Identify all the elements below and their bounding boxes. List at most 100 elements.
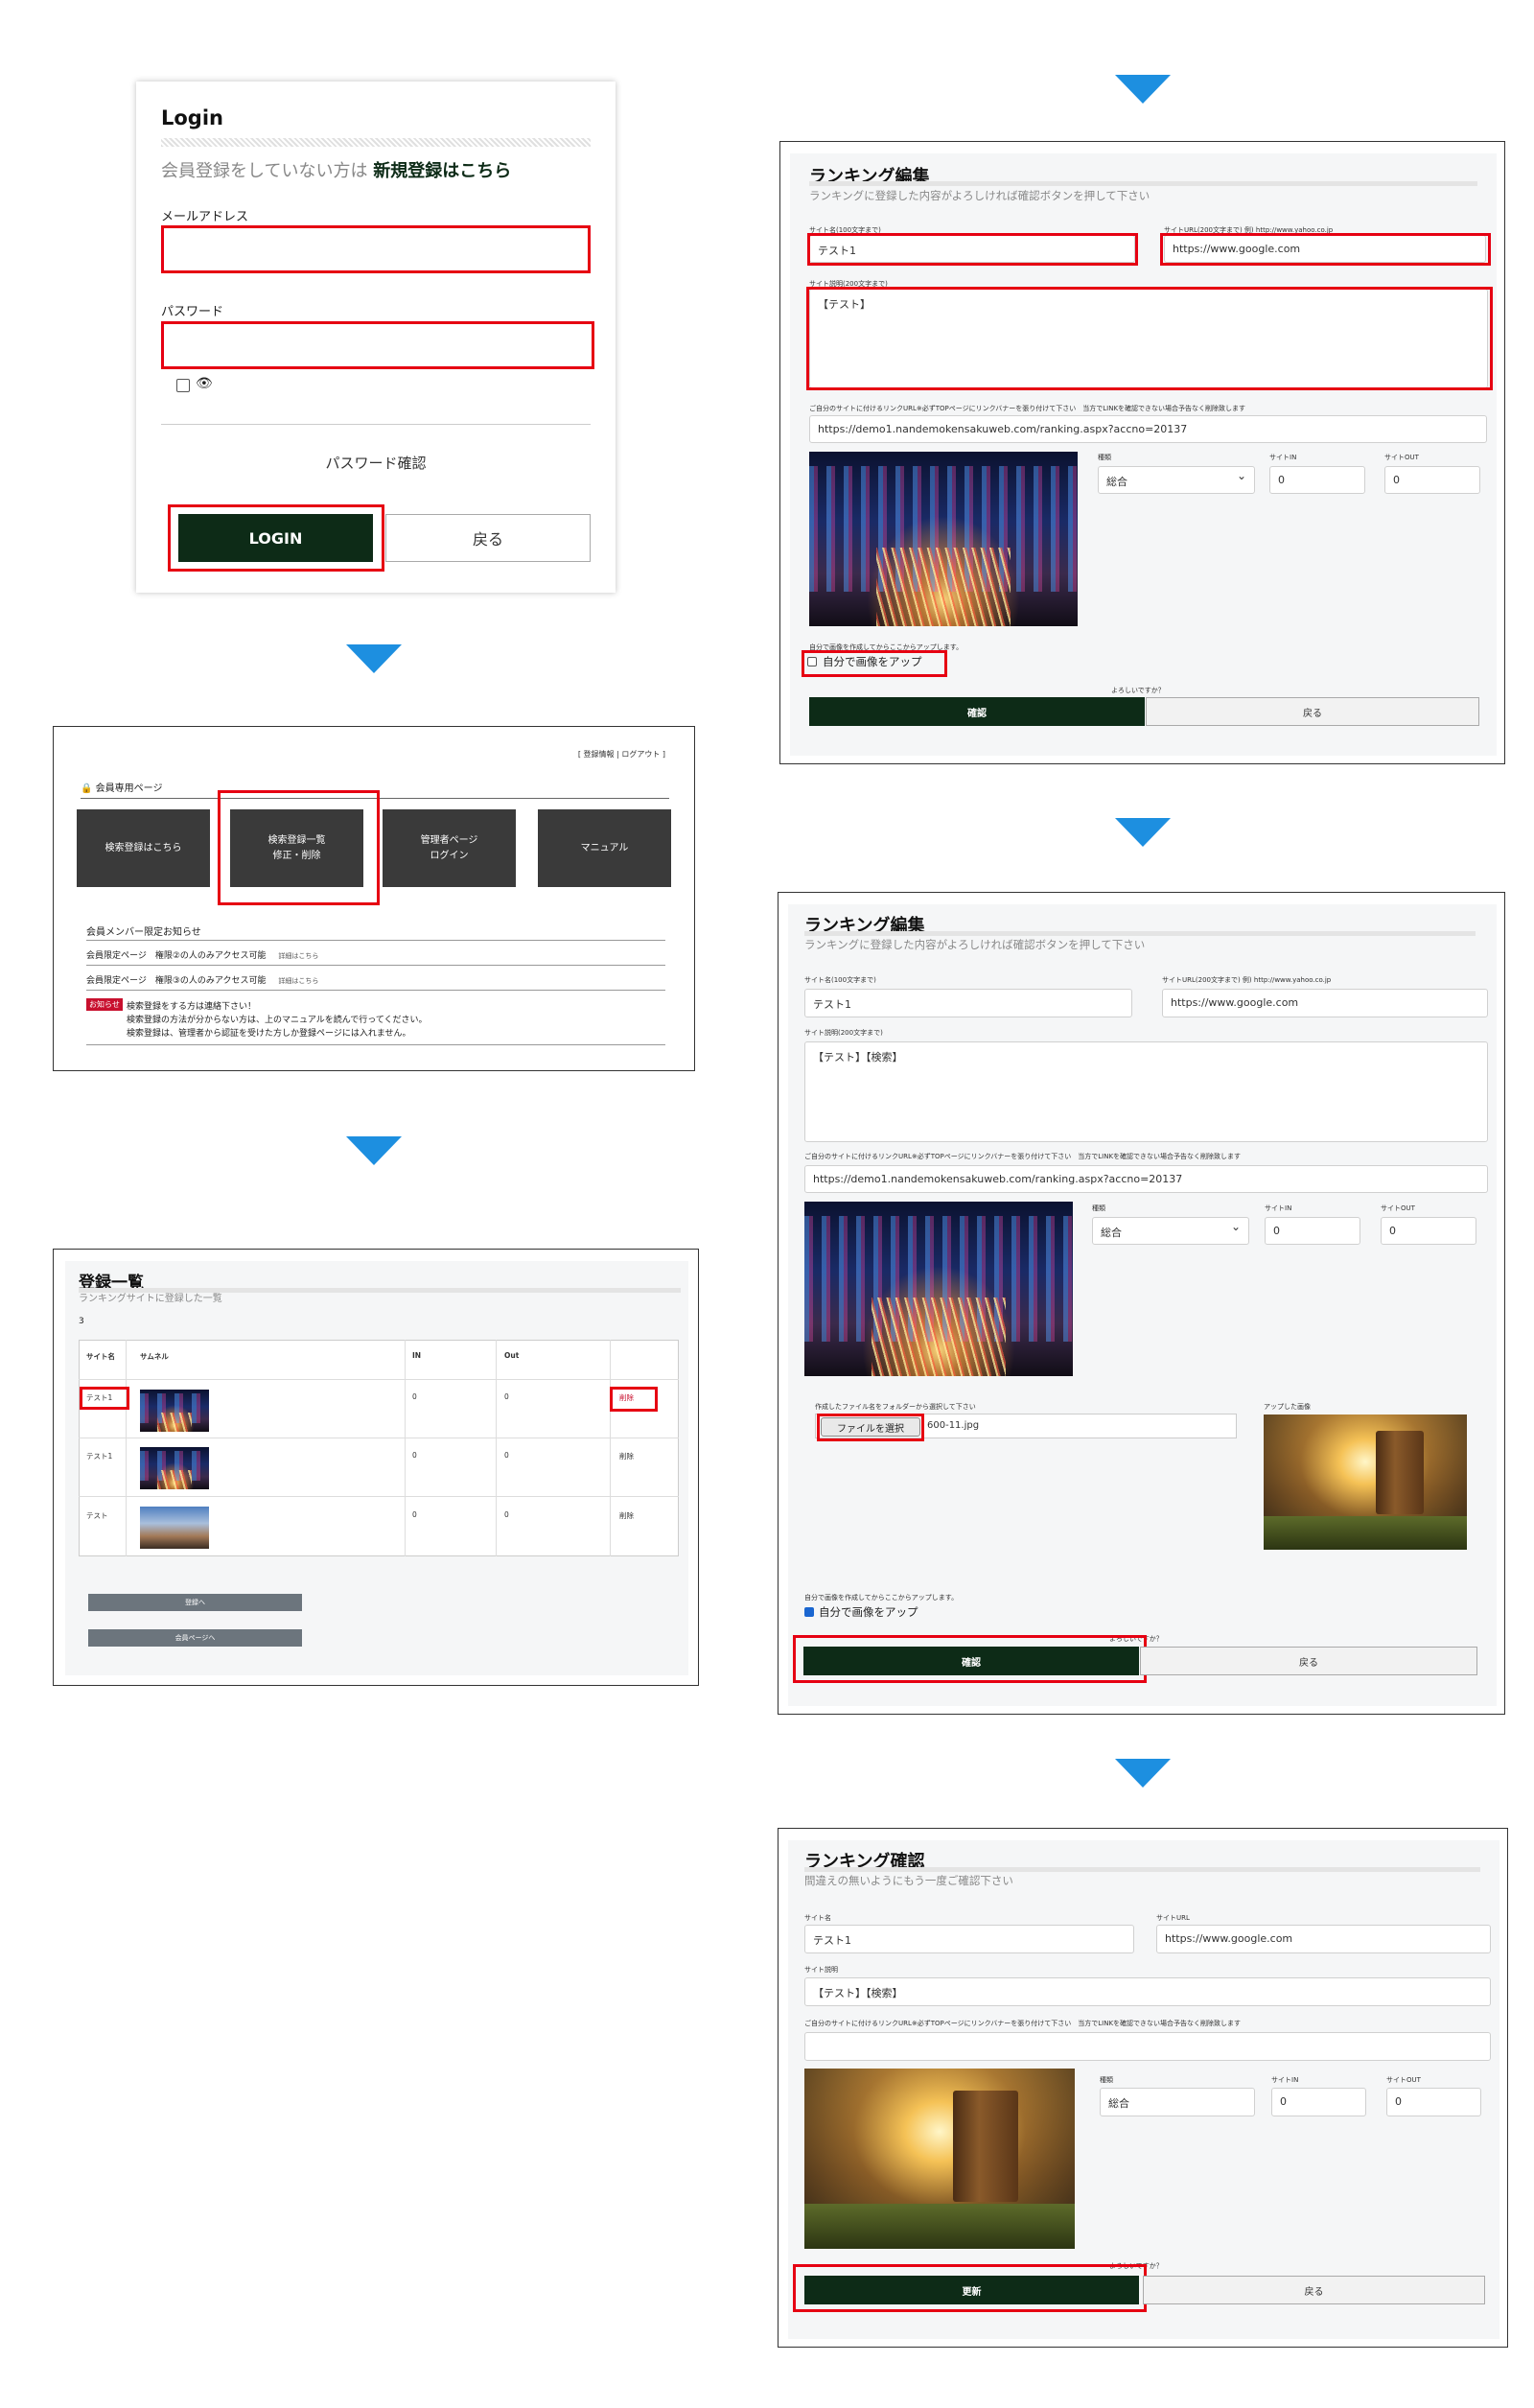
uploaded-label: アップした画像 bbox=[1264, 1403, 1311, 1411]
desc-textarea[interactable]: 【テスト】【検索】 bbox=[804, 1041, 1488, 1142]
list-subtitle: ランキングサイトに登録した一覧 bbox=[79, 1294, 222, 1304]
register-button[interactable]: 登録へ bbox=[88, 1594, 302, 1611]
site-url-input[interactable]: https://www.google.com bbox=[1162, 989, 1488, 1017]
out-value: 0 bbox=[1386, 2088, 1481, 2116]
message-line: 検索登録は、管理者から認証を受けた方しか登録ページには入れません。 bbox=[127, 1029, 411, 1039]
site-url-highlight bbox=[1160, 233, 1491, 266]
type-label: 種類 bbox=[1092, 1204, 1105, 1212]
tile-manual[interactable]: マニュアル bbox=[538, 809, 671, 887]
eye-icon[interactable]: 👁 bbox=[196, 376, 213, 391]
upload-check-label: 自分で画像をアップ bbox=[819, 1605, 918, 1619]
flow-arrow-down-icon bbox=[1115, 818, 1171, 847]
table-cell-in: 0 bbox=[412, 1392, 417, 1401]
table-col-rule bbox=[405, 1340, 406, 1556]
notice-text: 会員限定ページ 権限③の人のみアクセス可能 bbox=[86, 976, 267, 986]
in-label: サイトIN bbox=[1265, 1204, 1292, 1212]
password-check-link[interactable]: パスワード確認 bbox=[136, 453, 616, 473]
table-cell-name: テスト bbox=[86, 1511, 108, 1520]
member-page-button[interactable]: 会員ページへ bbox=[88, 1629, 302, 1647]
tile-search-register[interactable]: 検索登録はこちら bbox=[77, 809, 210, 887]
account-links[interactable]: [ 登録情報 | ログアウト ] bbox=[578, 749, 665, 760]
banner-image bbox=[804, 1202, 1073, 1376]
row-thumbnail[interactable] bbox=[140, 1507, 209, 1549]
table-cell-out: 0 bbox=[504, 1451, 509, 1460]
notice-rule bbox=[86, 1044, 665, 1045]
notice-item: 会員限定ページ 権限③の人のみアクセス可能 詳細はこちら bbox=[86, 973, 318, 986]
divider bbox=[161, 424, 591, 425]
file-name: 600-11.jpg bbox=[927, 1420, 980, 1431]
link-note: ご自分のサイトに付けるリンクURL※必ずTOPページにリンクバナーを張り付けて下… bbox=[804, 2020, 1242, 2027]
notice-text: 会員限定ページ 権限②の人のみアクセス可能 bbox=[86, 951, 267, 961]
desc-value: 【テスト】【検索】 bbox=[804, 1977, 1491, 2006]
notice-rule bbox=[86, 965, 665, 966]
banner-image bbox=[804, 2069, 1075, 2249]
out-label: サイトOUT bbox=[1386, 2076, 1421, 2084]
title-rule bbox=[804, 931, 1476, 936]
notice-rule bbox=[86, 990, 665, 991]
back-button[interactable]: 戻る bbox=[1146, 697, 1479, 726]
site-name-label: サイト名 bbox=[804, 1914, 831, 1922]
upload-checkbox[interactable] bbox=[804, 1607, 814, 1617]
type-select[interactable]: 総合 bbox=[1098, 466, 1255, 494]
tile-admin-login[interactable]: 管理者ページ ログイン bbox=[383, 809, 516, 887]
row-name-highlight bbox=[80, 1387, 129, 1410]
title-rule bbox=[804, 1867, 1480, 1872]
confirm-panel: ランキング確認 間違えの無いようにもう一度ご確認下さい サイト名 テスト1 サイ… bbox=[778, 1828, 1508, 2348]
in-label: サイトIN bbox=[1269, 454, 1297, 461]
table-header-out: Out bbox=[504, 1351, 520, 1360]
desc-label: サイト説明 bbox=[804, 1966, 838, 1974]
out-label: サイトOUT bbox=[1381, 1204, 1415, 1212]
update-button-highlight bbox=[793, 2264, 1147, 2312]
lock-icon: 🔒 bbox=[81, 783, 93, 794]
site-name-label: サイト名(100文字まで) bbox=[804, 976, 876, 984]
confirm-button[interactable]: 確認 bbox=[809, 697, 1145, 726]
table-cell-out: 0 bbox=[504, 1510, 509, 1519]
back-button[interactable]: 戻る bbox=[1140, 1647, 1477, 1675]
table-header-rule bbox=[79, 1379, 679, 1380]
row-thumbnail[interactable] bbox=[140, 1447, 209, 1489]
link-url-input[interactable]: https://demo1.nandemokensakuweb.com/rank… bbox=[804, 1165, 1488, 1193]
table-row-rule bbox=[79, 1496, 679, 1497]
in-input[interactable]: 0 bbox=[1269, 466, 1365, 494]
member-page-heading: 🔒 会員専用ページ bbox=[81, 780, 162, 794]
uploaded-image bbox=[1264, 1414, 1467, 1550]
signup-link[interactable]: 新規登録はこちら bbox=[373, 161, 511, 181]
in-input[interactable]: 0 bbox=[1265, 1217, 1360, 1245]
notice-badge: お知らせ bbox=[86, 998, 123, 1011]
tile-search-list-highlight bbox=[218, 790, 380, 905]
choose-file-highlight bbox=[817, 1414, 924, 1441]
desc-highlight bbox=[806, 287, 1493, 390]
flow-arrow-down-icon bbox=[346, 1136, 402, 1165]
type-select[interactable]: 総合 bbox=[1092, 1217, 1249, 1245]
edit-subtitle: ランキングに登録した内容がよろしければ確認ボタンを押して下さい bbox=[809, 189, 1150, 202]
site-name-value: テスト1 bbox=[804, 1925, 1134, 1953]
email-field-highlight bbox=[161, 225, 591, 273]
delete-link[interactable]: 削除 bbox=[619, 1451, 634, 1461]
type-label: 種類 bbox=[1100, 2076, 1113, 2084]
show-password-checkbox[interactable] bbox=[176, 379, 190, 392]
row-thumbnail[interactable] bbox=[140, 1390, 209, 1432]
flow-arrow-down-icon bbox=[1115, 1759, 1171, 1788]
password-field-highlight bbox=[161, 321, 594, 369]
link-url-input[interactable]: https://demo1.nandemokensakuweb.com/rank… bbox=[809, 415, 1487, 443]
type-value: 総合 bbox=[1100, 2088, 1255, 2116]
back-button[interactable]: 戻る bbox=[1143, 2276, 1485, 2304]
member-panel: [ 登録情報 | ログアウト ] 🔒 会員専用ページ 検索登録はこちら 検索登録… bbox=[53, 726, 695, 1071]
confirm-subtitle: 間違えの無いようにもう一度ご確認下さい bbox=[804, 1874, 1013, 1887]
notice-item: 会員限定ページ 権限②の人のみアクセス可能 詳細はこちら bbox=[86, 948, 318, 961]
delete-link[interactable]: 削除 bbox=[619, 1510, 634, 1521]
notice-detail-link[interactable]: 詳細はこちら bbox=[278, 952, 318, 960]
site-name-input[interactable]: テスト1 bbox=[804, 989, 1132, 1017]
title-rule bbox=[809, 181, 1477, 186]
back-button[interactable]: 戻る bbox=[385, 514, 591, 562]
notice-detail-link[interactable]: 詳細はこちら bbox=[278, 977, 318, 985]
signup-prompt-text: 会員登録をしていない方は bbox=[161, 161, 368, 181]
table-cell-out: 0 bbox=[504, 1392, 509, 1401]
file-label: 作成したファイル名をフォルダーから選択して下さい bbox=[815, 1403, 976, 1411]
out-input[interactable]: 0 bbox=[1381, 1217, 1476, 1245]
out-input[interactable]: 0 bbox=[1384, 466, 1480, 494]
link-note: ご自分のサイトに付けるリンクURL※必ずTOPページにリンクバナーを張り付けて下… bbox=[804, 1153, 1242, 1160]
flow-arrow-down-icon bbox=[346, 644, 402, 673]
table-col-rule bbox=[496, 1340, 497, 1556]
email-label: メールアドレス bbox=[161, 210, 249, 224]
